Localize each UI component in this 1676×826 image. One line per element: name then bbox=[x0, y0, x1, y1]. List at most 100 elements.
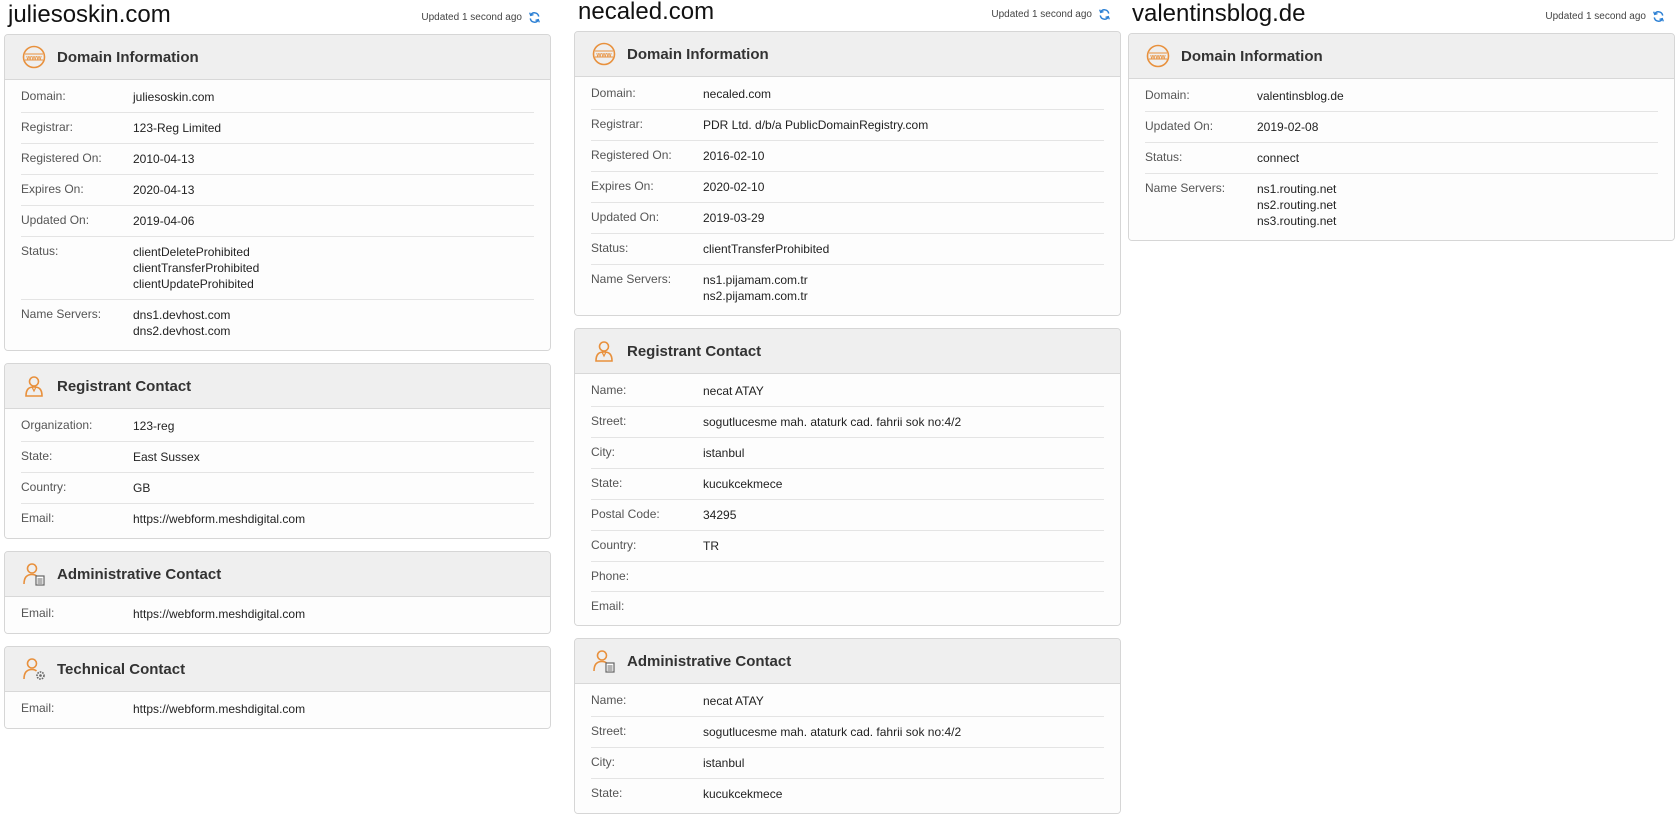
field-label: Postal Code: bbox=[591, 507, 660, 521]
card-header: Technical Contact bbox=[5, 647, 550, 692]
refresh-icon[interactable] bbox=[1652, 10, 1665, 23]
card-body: Domain: juliesoskin.com Registrar: 123-R… bbox=[5, 80, 550, 350]
field-label: Email: bbox=[21, 511, 55, 525]
info-row: Updated On: 2019-04-06 bbox=[21, 206, 534, 237]
person-icon bbox=[591, 338, 617, 364]
value-line: istanbul bbox=[703, 756, 745, 770]
field-value: istanbul bbox=[703, 755, 744, 771]
info-row: Expires On: 2020-04-13 bbox=[21, 175, 534, 206]
value-line: necaled.com bbox=[703, 87, 772, 101]
field-label: Country: bbox=[591, 538, 637, 552]
card-title: Registrant Contact bbox=[627, 342, 762, 360]
value-line: ns2.routing.net bbox=[1257, 198, 1337, 212]
field-label: Name Servers: bbox=[1145, 181, 1226, 195]
field-value: clientTransferProhibited bbox=[703, 241, 829, 257]
info-row: State: kucukcekmece bbox=[591, 469, 1104, 500]
field-value: 123-reg bbox=[133, 418, 174, 434]
card-title: Domain Information bbox=[627, 45, 769, 63]
field-value: juliesoskin.com bbox=[133, 89, 214, 105]
info-row: Updated On: 2019-03-29 bbox=[591, 203, 1104, 234]
field-label: Status: bbox=[21, 244, 59, 258]
domain-information-card: www Domain Information Domain: juliesosk… bbox=[4, 34, 551, 351]
field-label: Updated On: bbox=[591, 210, 660, 224]
refresh-icon[interactable] bbox=[1098, 8, 1111, 21]
field-value: connect bbox=[1257, 150, 1299, 166]
field-value: kucukcekmece bbox=[703, 786, 782, 802]
card-header: www Domain Information bbox=[1129, 34, 1674, 79]
value-line: 2019-03-29 bbox=[703, 211, 765, 225]
value-line: ns1.pijamam.com.tr bbox=[703, 273, 808, 287]
field-label: Expires On: bbox=[21, 182, 84, 196]
www-globe-icon: www bbox=[591, 41, 617, 67]
field-value: 123-Reg Limited bbox=[133, 120, 221, 136]
svg-text:www: www bbox=[595, 52, 612, 59]
field-value: East Sussex bbox=[133, 449, 200, 465]
field-label: Name Servers: bbox=[591, 272, 672, 286]
domain-column: necaled.com Updated 1 second ago www Dom… bbox=[574, 0, 1121, 826]
value-line: https://webform.meshdigital.com bbox=[133, 512, 306, 526]
value-line: necat ATAY bbox=[703, 384, 764, 398]
info-row: Domain: necaled.com bbox=[591, 79, 1104, 110]
info-row: Registered On: 2016-02-10 bbox=[591, 141, 1104, 172]
column-header: necaled.com Updated 1 second ago bbox=[574, 0, 1121, 31]
info-row: City: istanbul bbox=[591, 438, 1104, 469]
svg-text:www: www bbox=[25, 55, 42, 62]
field-value: ns1.routing.net ns2.routing.net ns3.routin… bbox=[1257, 181, 1336, 229]
value-line: 2019-02-08 bbox=[1257, 120, 1319, 134]
field-label: Domain: bbox=[591, 86, 636, 100]
card-body: Name: necat ATAY Street: sogutlucesme ma… bbox=[575, 374, 1120, 625]
value-line: 2019-04-06 bbox=[133, 214, 195, 228]
info-row: Name Servers: dns1.devhost.com dns2.devho… bbox=[21, 300, 534, 346]
card-title: Technical Contact bbox=[57, 660, 186, 678]
value-line: 2020-02-10 bbox=[703, 180, 765, 194]
value-line: PDR Ltd. d/b/a PublicDomainRegistry.com bbox=[703, 118, 929, 132]
card-title: Domain Information bbox=[57, 48, 199, 66]
card-header: www Domain Information bbox=[575, 32, 1120, 77]
refresh-button[interactable]: Updated 1 second ago bbox=[991, 8, 1111, 21]
field-label: Registrar: bbox=[21, 120, 74, 134]
card-body: Domain: valentinsblog.de Updated On: 201… bbox=[1129, 79, 1674, 240]
field-label: Status: bbox=[1145, 150, 1183, 164]
refresh-button[interactable]: Updated 1 second ago bbox=[1545, 10, 1665, 23]
administrative-contact-card: Administrative Contact Name: necat ATAY … bbox=[574, 638, 1121, 814]
value-line: istanbul bbox=[703, 446, 745, 460]
field-value: TR bbox=[703, 538, 719, 554]
info-row: Postal Code: 34295 bbox=[591, 500, 1104, 531]
value-line: kucukcekmece bbox=[703, 477, 783, 491]
value-line: https://webform.meshdigital.com bbox=[133, 607, 306, 621]
value-line: ns2.pijamam.com.tr bbox=[703, 289, 808, 303]
value-line: clientTransferProhibited bbox=[133, 261, 260, 275]
info-row: Registrar: PDR Ltd. d/b/a PublicDomainRe… bbox=[591, 110, 1104, 141]
field-value: GB bbox=[133, 480, 150, 496]
value-line: sogutlucesme mah. ataturk cad. fahrii so… bbox=[703, 415, 962, 429]
info-row: Status: clientTransferProhibited bbox=[591, 234, 1104, 265]
person-clipboard-icon bbox=[591, 648, 617, 674]
value-line: clientUpdateProhibited bbox=[133, 277, 254, 291]
column-header: juliesoskin.com Updated 1 second ago bbox=[4, 0, 551, 34]
info-row: Expires On: 2020-02-10 bbox=[591, 172, 1104, 203]
field-value: 2019-03-29 bbox=[703, 210, 764, 226]
refresh-icon[interactable] bbox=[528, 11, 541, 24]
value-line: 34295 bbox=[703, 508, 737, 522]
card-header: Administrative Contact bbox=[575, 639, 1120, 684]
domain-title: necaled.com bbox=[578, 0, 715, 25]
field-label: City: bbox=[591, 755, 615, 769]
value-line: dns1.devhost.com bbox=[133, 308, 231, 322]
updated-status: Updated 1 second ago bbox=[991, 9, 1092, 20]
field-label: Registrar: bbox=[591, 117, 644, 131]
info-row: Street: sogutlucesme mah. ataturk cad. f… bbox=[591, 407, 1104, 438]
value-line: https://webform.meshdigital.com bbox=[133, 702, 306, 716]
field-value: https://webform.meshdigital.com bbox=[133, 606, 305, 622]
info-row: Country: TR bbox=[591, 531, 1104, 562]
refresh-button[interactable]: Updated 1 second ago bbox=[421, 11, 541, 24]
field-label: Registered On: bbox=[21, 151, 102, 165]
info-row: Domain: valentinsblog.de bbox=[1145, 81, 1658, 112]
field-label: Organization: bbox=[21, 418, 93, 432]
value-line: ns3.routing.net bbox=[1257, 214, 1337, 228]
value-line: GB bbox=[133, 481, 151, 495]
column-header: valentinsblog.de Updated 1 second ago bbox=[1128, 0, 1675, 33]
info-row: Email: https://webform.meshdigital.com bbox=[21, 694, 534, 724]
value-line: clientTransferProhibited bbox=[703, 242, 830, 256]
field-label: Phone: bbox=[591, 569, 630, 583]
card-body: Email: https://webform.meshdigital.com bbox=[5, 597, 550, 633]
